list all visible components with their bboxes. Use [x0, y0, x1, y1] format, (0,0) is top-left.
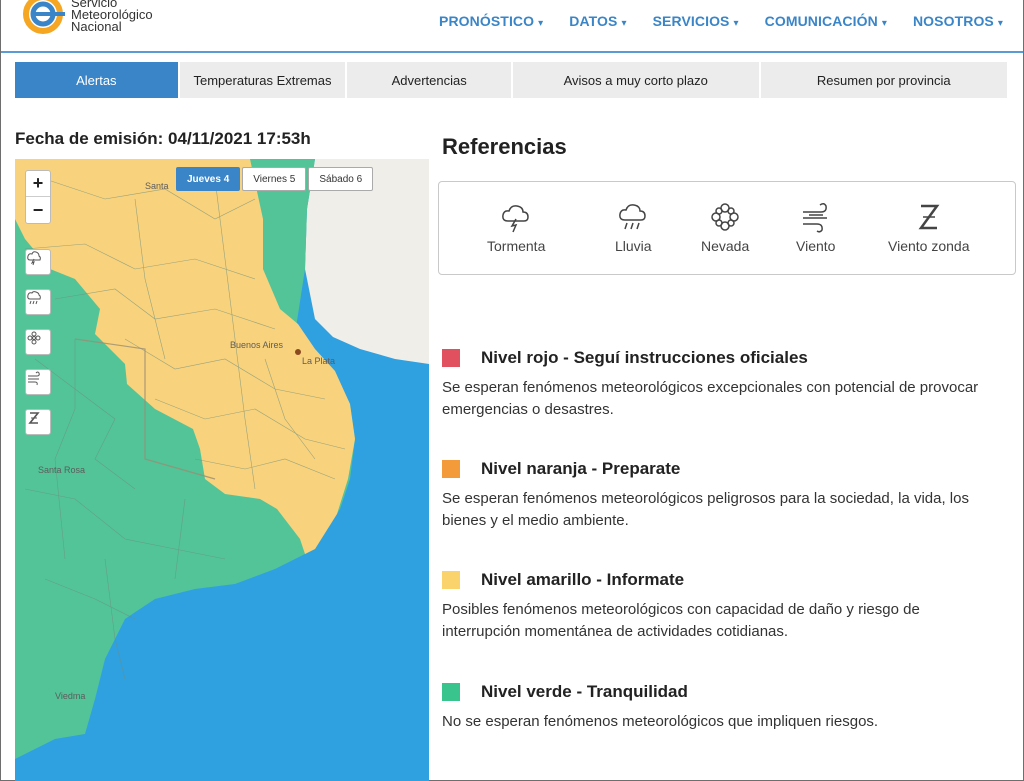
emission-date: Fecha de emisión: 04/11/2021 17:53h — [15, 129, 311, 148]
tab-temperaturas-extremas[interactable]: Temperaturas Extremas — [179, 62, 346, 98]
map-label-la-plata: La Plata — [302, 356, 336, 366]
chevron-down-icon: ▾ — [621, 18, 627, 29]
storm-icon — [502, 205, 529, 233]
ref-viento: Viento — [796, 200, 835, 254]
nav-datos[interactable]: DATOS ▾ — [569, 13, 626, 29]
zoom-out-button[interactable]: − — [26, 197, 50, 223]
rain-filter-button[interactable] — [25, 289, 51, 315]
level-title: Nivel naranja - Preparate — [481, 459, 681, 478]
chevron-down-icon: ▾ — [997, 18, 1003, 29]
level-title: Nivel rojo - Seguí instrucciones oficial… — [481, 348, 808, 367]
nav-servicios[interactable]: SERVICIOS ▾ — [653, 13, 739, 29]
chevron-down-icon: ▾ — [538, 18, 544, 29]
zonda-filter-button[interactable] — [25, 409, 51, 435]
rain-icon — [619, 204, 647, 230]
map-label-santa: Santa — [145, 181, 169, 191]
zoom-control: + − — [25, 170, 51, 224]
level-amarillo: Nivel amarillo - Informate Posibles fenó… — [442, 569, 1002, 643]
level-verde: Nivel verde - Tranquilidad No se esperan… — [442, 681, 1002, 733]
level-swatch-orange — [442, 460, 460, 478]
map-label-viedma: Viedma — [55, 691, 86, 701]
storm-icon — [27, 251, 41, 266]
zonda-icon — [918, 204, 940, 230]
chevron-down-icon: ▾ — [881, 18, 887, 29]
alert-map[interactable]: Santa Buenos Aires La Plata Santa Rosa V… — [15, 159, 429, 781]
zonda-icon — [28, 412, 40, 424]
map-label-buenos-aires: Buenos Aires — [230, 340, 284, 350]
snow-icon — [27, 331, 41, 345]
level-description: Se esperan fenómenos meteorológicos exce… — [442, 379, 979, 418]
snow-filter-button[interactable] — [25, 329, 51, 355]
level-description: No se esperan fenómenos meteorológicos q… — [442, 713, 879, 730]
references-title: Referencias — [442, 134, 567, 159]
snow-icon — [711, 203, 739, 231]
wind-icon — [28, 371, 40, 386]
day-tab-sabado[interactable]: Sábado 6 — [308, 167, 374, 191]
level-description: Posibles fenómenos meteorológicos con ca… — [442, 601, 920, 640]
map-label-santa-rosa: Santa Rosa — [38, 465, 86, 475]
day-tab-jueves[interactable]: Jueves 4 — [176, 167, 241, 191]
storm-filter-button[interactable] — [25, 249, 51, 275]
ref-viento-zonda: Viento zonda — [888, 200, 969, 254]
day-selector: Jueves 4 Viernes 5 Sábado 6 — [176, 167, 374, 191]
buenos-aires-marker — [295, 349, 301, 355]
level-swatch-yellow — [442, 571, 460, 589]
smn-logo[interactable] — [21, 0, 65, 36]
ref-nevada: Nevada — [701, 200, 749, 254]
wind-icon — [802, 202, 827, 233]
references-box: Tormenta Lluvia Nevada Viento Viento zon… — [438, 181, 1016, 275]
tab-resumen-provincia[interactable]: Resumen por provincia — [760, 62, 1007, 98]
wind-filter-button[interactable] — [25, 369, 51, 395]
chevron-down-icon: ▾ — [733, 18, 739, 29]
tab-advertencias[interactable]: Advertencias — [347, 62, 511, 98]
rain-icon — [27, 291, 41, 305]
level-swatch-green — [442, 683, 460, 701]
brand-name[interactable]: Servicio Meteorológico Nacional — [71, 0, 153, 33]
ref-tormenta: Tormenta — [487, 200, 545, 254]
level-rojo: Nivel rojo - Seguí instrucciones oficial… — [442, 347, 1002, 421]
brand-line-3: Nacional — [71, 19, 122, 34]
level-description: Se esperan fenómenos meteorológicos peli… — [442, 490, 969, 529]
ref-viento-zonda-label: Viento zonda — [888, 238, 970, 254]
nav-nosotros[interactable]: NOSOTROS ▾ — [913, 13, 1003, 29]
level-naranja: Nivel naranja - Preparate Se esperan fen… — [442, 458, 1002, 532]
nav-pronostico[interactable]: PRONÓSTICO ▾ — [439, 13, 543, 29]
tab-alertas[interactable]: Alertas — [15, 62, 178, 98]
ref-nevada-label: Nevada — [701, 238, 750, 254]
level-title: Nivel verde - Tranquilidad — [481, 682, 688, 701]
nav-comunicacion[interactable]: COMUNICACIÓN ▾ — [765, 13, 887, 29]
tab-avisos-corto-plazo[interactable]: Avisos a muy corto plazo — [513, 62, 759, 98]
ref-lluvia-label: Lluvia — [615, 238, 652, 254]
day-tab-viernes[interactable]: Viernes 5 — [242, 167, 307, 191]
ref-tormenta-label: Tormenta — [487, 238, 546, 254]
zoom-in-button[interactable]: + — [26, 171, 50, 197]
site-header: Servicio Meteorológico Nacional PRONÓSTI… — [1, 0, 1023, 53]
level-swatch-red — [442, 349, 460, 367]
ref-viento-label: Viento — [796, 238, 836, 254]
main-nav: PRONÓSTICO ▾ DATOS ▾ SERVICIOS ▾ COMUNICACI… — [413, 13, 1003, 29]
section-tabs: Alertas Temperaturas Extremas Advertenci… — [15, 62, 1007, 98]
ref-lluvia: Lluvia — [615, 200, 652, 254]
level-title: Nivel amarillo - Informate — [481, 570, 685, 589]
